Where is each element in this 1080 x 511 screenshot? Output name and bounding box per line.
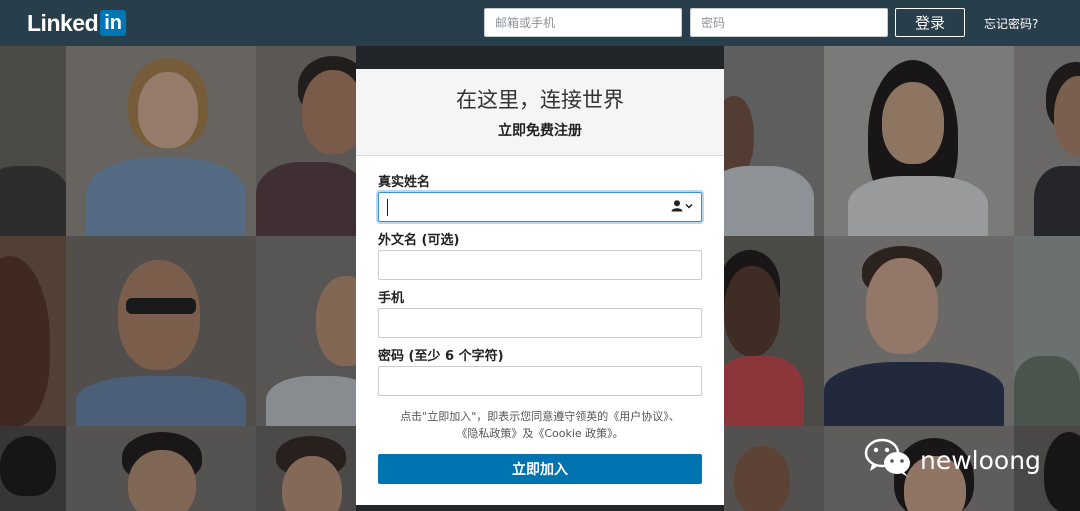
photo-tile <box>256 46 356 236</box>
logo-text: Linked <box>27 9 99 36</box>
real-name-label: 真实姓名 <box>378 175 431 190</box>
photo-tile <box>824 46 1014 236</box>
forgot-password-link[interactable]: 忘记密码? <box>984 15 1038 32</box>
photo-tile <box>1014 236 1080 426</box>
photo-tile <box>1014 46 1080 236</box>
join-now-button[interactable]: 立即加入 <box>378 454 702 484</box>
email-or-phone-input[interactable] <box>484 8 682 37</box>
photo-tile <box>824 236 1014 426</box>
photo-tile <box>0 236 66 426</box>
photo-tile <box>724 426 824 511</box>
signup-card: 在这里，连接世界 立即免费注册 真实姓名 外文名 (可选) 手机 密码 (至少 … <box>356 69 724 505</box>
terms-line-2: 《隐私政策》及《Cookie 政策》。 <box>456 427 624 440</box>
photo-tile <box>66 46 256 236</box>
linkedin-logo[interactable]: Linked in <box>27 8 127 38</box>
wechat-watermark: newloong <box>864 438 1041 482</box>
photo-tile <box>0 426 66 511</box>
signup-card-header: 在这里，连接世界 立即免费注册 <box>356 69 724 156</box>
phone-label: 手机 <box>378 291 405 306</box>
photo-tile <box>256 426 356 511</box>
password-label: 密码 (至少 6 个字符) <box>378 349 504 364</box>
photo-tile <box>724 236 824 426</box>
terms-line-1: 点击"立即加入"，即表示您同意遵守领英的《用户协议》、 <box>400 410 680 423</box>
contact-picker-icon[interactable] <box>671 200 693 212</box>
top-navigation-bar: Linked in 登录 忘记密码? <box>0 0 1080 46</box>
signup-password-input[interactable] <box>378 366 702 396</box>
wechat-icon <box>864 438 914 482</box>
phone-input[interactable] <box>378 308 702 338</box>
photo-tile <box>724 46 824 236</box>
login-button[interactable]: 登录 <box>895 8 965 37</box>
text-caret <box>387 199 388 216</box>
watermark-text: newloong <box>920 445 1041 475</box>
logo-in-box: in <box>100 10 127 36</box>
signup-title: 在这里，连接世界 <box>456 88 624 112</box>
foreign-name-input[interactable] <box>378 250 702 280</box>
terms-notice: 点击"立即加入"，即表示您同意遵守领英的《用户协议》、 《隐私政策》及《Cook… <box>378 408 702 442</box>
photo-tile <box>256 236 356 426</box>
photo-tile <box>66 426 256 511</box>
foreign-name-label: 外文名 (可选) <box>378 233 460 248</box>
photo-tile <box>0 46 66 236</box>
real-name-input[interactable] <box>378 192 702 222</box>
password-input[interactable] <box>690 8 888 37</box>
photo-tile <box>66 236 256 426</box>
signup-subtitle: 立即免费注册 <box>498 123 582 139</box>
